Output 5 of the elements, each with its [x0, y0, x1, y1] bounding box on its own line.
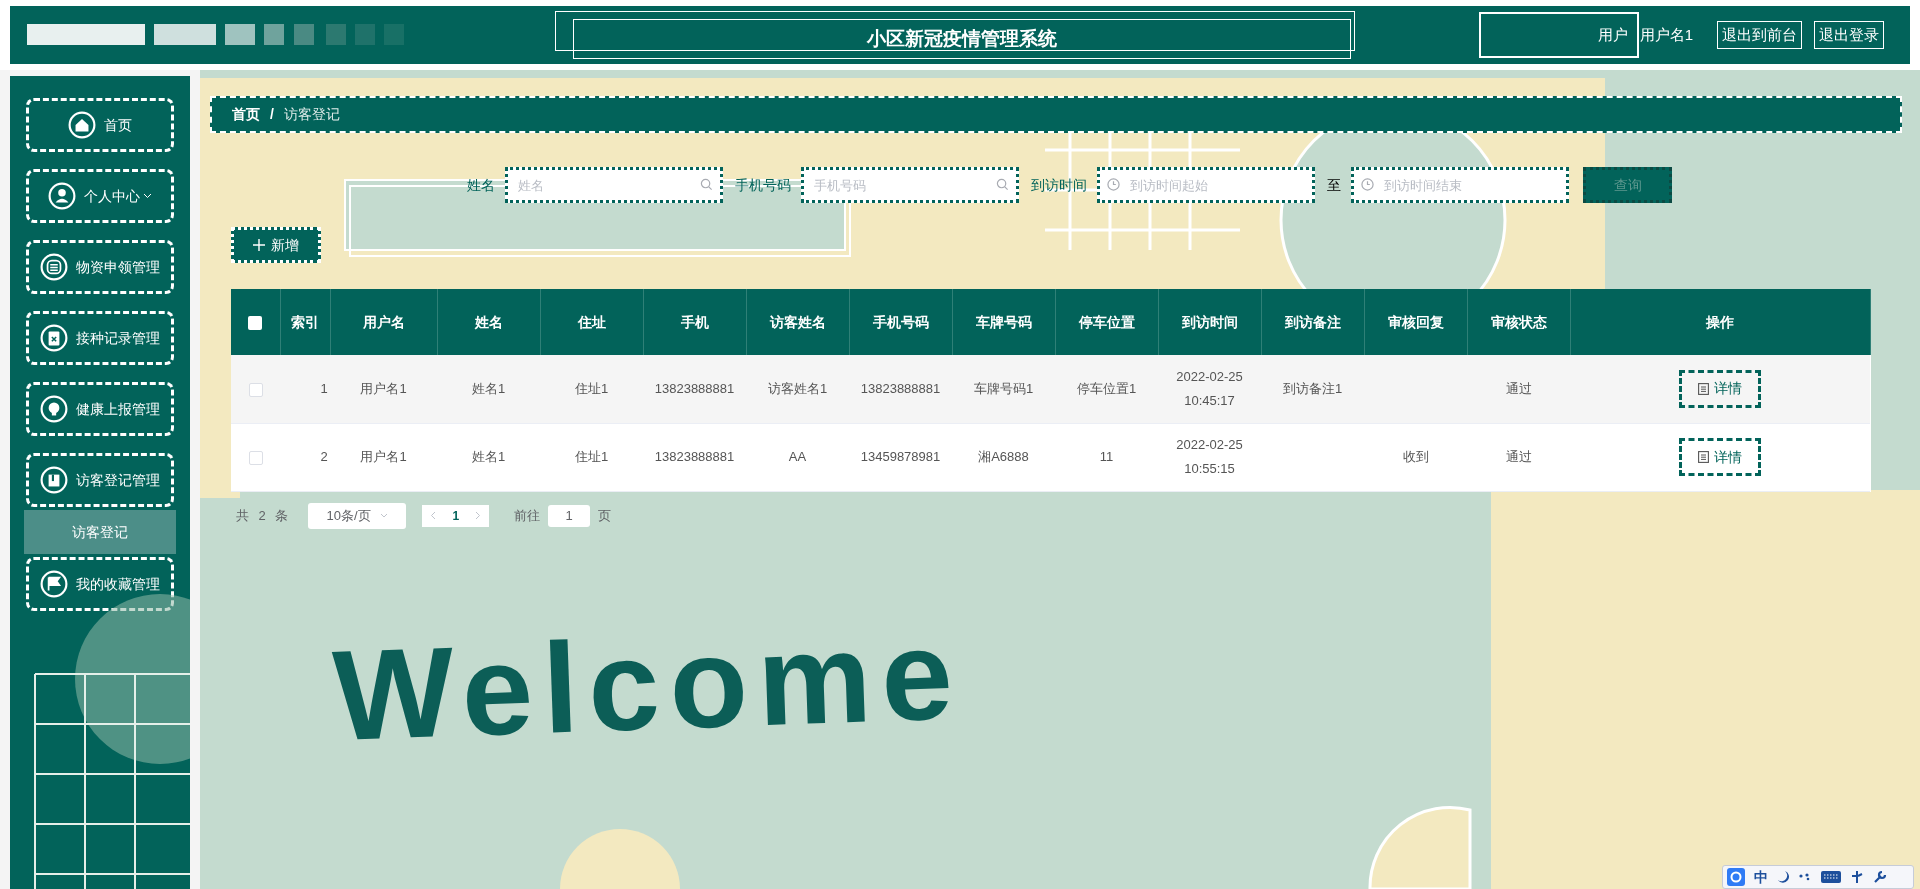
header-link[interactable]: 退出登录 — [1814, 20, 1884, 50]
username-label: 用户名1 — [1639, 24, 1693, 45]
role-label: 用户 — [1597, 24, 1628, 45]
window-title: 小区新冠疫情管理系统 — [573, 19, 1351, 59]
header-link[interactable]: 退出到前台 — [1717, 20, 1802, 50]
